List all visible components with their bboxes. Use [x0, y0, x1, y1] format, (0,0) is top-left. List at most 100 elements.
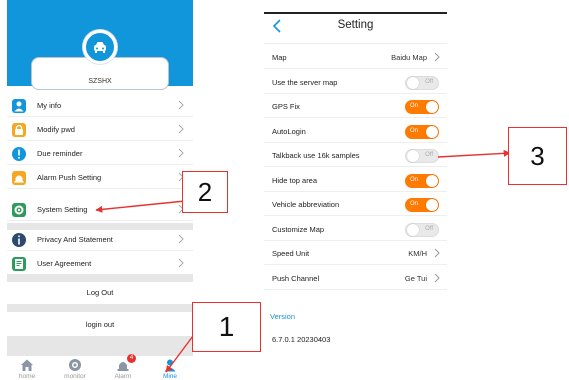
- tab-home[interactable]: home: [7, 356, 47, 380]
- username: SZSHX: [88, 78, 112, 85]
- tab-label: home: [18, 373, 36, 380]
- toggle-switch[interactable]: On: [405, 173, 439, 188]
- chevron-right-icon: [178, 100, 184, 110]
- toggle-switch[interactable]: On: [405, 198, 439, 212]
- toggle-knob: [426, 125, 438, 138]
- setting-row-customize-map[interactable]: Customize Map Off: [264, 218, 447, 241]
- toggle-knob: [426, 174, 438, 187]
- toggle-state-text: Off: [425, 152, 433, 158]
- exclamation-icon: [12, 147, 26, 161]
- setting-row-autologin[interactable]: AutoLogin On: [264, 120, 447, 143]
- chevron-right-icon: [434, 273, 440, 282]
- chevron-right-icon: [178, 258, 184, 268]
- setting-row-vehicle-abbreviation[interactable]: Vehicle abbreviation On: [264, 193, 447, 216]
- toggle-state-text: On: [410, 201, 419, 207]
- eye-icon: [69, 359, 81, 371]
- menu-item-label: User Agreement: [37, 259, 92, 268]
- toggle-state-text: Off: [425, 225, 433, 232]
- toggle-switch[interactable]: Off: [405, 75, 439, 90]
- setting-row-map[interactable]: Map Baidu Map: [264, 46, 447, 69]
- menu-item-user-agreement[interactable]: User Agreement: [7, 253, 193, 275]
- toggle-switch[interactable]: Off: [405, 222, 439, 237]
- menu-item-modify-pwd[interactable]: Modify pwd: [7, 119, 193, 141]
- setting-label: Vehicle abbreviation: [272, 200, 340, 209]
- setting-row-use-the-server-map[interactable]: Use the server map Off: [264, 71, 447, 94]
- chevron-right-icon: [178, 148, 184, 158]
- toggle-knob: [426, 101, 438, 113]
- document-icon: [12, 257, 26, 271]
- tab-mine[interactable]: Mine: [150, 356, 190, 380]
- menu-item-system-setting[interactable]: System Setting: [7, 199, 193, 221]
- menu-item-label: Due reminder: [37, 149, 83, 158]
- chevron-right-icon: [434, 248, 440, 258]
- tab-alarm[interactable]: 4 Alarm: [103, 354, 143, 380]
- toggle-knob: [426, 199, 438, 211]
- setting-row-talkback-use-16k-samples[interactable]: Talkback use 16k samples Off: [264, 144, 447, 167]
- version-label: Version: [270, 312, 296, 321]
- tab-label: Alarm: [114, 373, 132, 380]
- setting-label: AutoLogin: [272, 126, 306, 136]
- section-divider: [7, 336, 193, 356]
- setting-label: Use the server map: [272, 77, 338, 87]
- setting-value: Baidu Map: [391, 53, 427, 62]
- settings-nav-bar: Setting: [264, 14, 447, 44]
- setting-row-speed-unit[interactable]: Speed Unit KM/H: [264, 242, 447, 265]
- toggle-state-text: On: [410, 176, 419, 183]
- settings-screen: Setting Map Baidu Map Use the server map Of…: [264, 12, 447, 357]
- log-out-button[interactable]: Log Out: [7, 282, 193, 304]
- gear-icon: [12, 203, 26, 217]
- menu-item-label: Alarm Push Setting: [37, 173, 102, 182]
- callout-1: 1: [192, 302, 261, 352]
- chevron-right-icon: [178, 234, 184, 244]
- lock-icon: [12, 123, 26, 137]
- setting-label: Push Channel: [272, 273, 320, 283]
- chevron-right-icon: [178, 124, 184, 134]
- arrow-to-talkback-row: [437, 149, 511, 158]
- toggle-knob: [407, 150, 419, 162]
- toggle-state-text: Off: [425, 78, 433, 85]
- setting-value: KM/H: [408, 249, 427, 258]
- setting-value: Ge Tui: [404, 273, 427, 283]
- bottom-tab-bar: home monitor 4 Alarm Mine: [7, 354, 193, 380]
- menu-item-privacy-and-statement[interactable]: Privacy And Statement: [7, 229, 193, 251]
- avatar[interactable]: [83, 30, 117, 64]
- setting-row-push-channel[interactable]: Push Channel Ge Tui: [264, 267, 447, 290]
- setting-row-hide-top-area[interactable]: Hide top area On: [264, 169, 447, 192]
- setting-label: Map: [272, 53, 287, 62]
- page-title: Setting: [337, 19, 374, 31]
- chevron-right-icon: [434, 52, 440, 62]
- setting-label: Talkback use 16k samples: [272, 151, 360, 160]
- toggle-knob: [407, 223, 419, 236]
- section-divider: [7, 223, 193, 230]
- menu-item-label: Modify pwd: [37, 125, 75, 134]
- home-icon: [21, 359, 33, 371]
- toggle-switch[interactable]: On: [405, 124, 439, 139]
- person-icon: [12, 99, 26, 113]
- section-divider: [7, 304, 193, 312]
- toggle-switch[interactable]: On: [405, 100, 439, 114]
- car-icon: [94, 42, 106, 53]
- setting-label: Hide top area: [272, 175, 318, 185]
- profile-screen: SZSHX My info Modify pwd Due reminder Alarm…: [7, 0, 193, 380]
- menu-item-due-reminder[interactable]: Due reminder: [7, 143, 193, 165]
- toggle-switch[interactable]: Off: [405, 149, 439, 163]
- section-divider: [7, 274, 193, 282]
- tab-label: Mine: [162, 373, 178, 380]
- setting-label: Speed Unit: [272, 249, 310, 258]
- login-out-button[interactable]: login out: [7, 314, 193, 336]
- menu-item-my-info[interactable]: My info: [7, 95, 193, 117]
- person-icon: [164, 359, 176, 372]
- tab-label: monitor: [64, 373, 86, 380]
- tab-monitor[interactable]: monitor: [55, 356, 95, 380]
- setting-row-gps-fix[interactable]: GPS Fix On: [264, 95, 447, 118]
- alarm-icon: [12, 171, 26, 185]
- callout-3: 3: [508, 127, 567, 185]
- menu-item-alarm-push-setting[interactable]: Alarm Push Setting: [7, 167, 193, 189]
- toggle-knob: [407, 76, 419, 89]
- toggle-state-text: On: [410, 127, 419, 134]
- version-value: 6.7.0.1 20230403: [272, 335, 331, 344]
- menu-item-label: Privacy And Statement: [37, 235, 113, 244]
- toggle-state-text: On: [410, 103, 419, 109]
- menu-item-label: System Setting: [37, 205, 88, 214]
- alarm-badge: 4: [127, 354, 136, 363]
